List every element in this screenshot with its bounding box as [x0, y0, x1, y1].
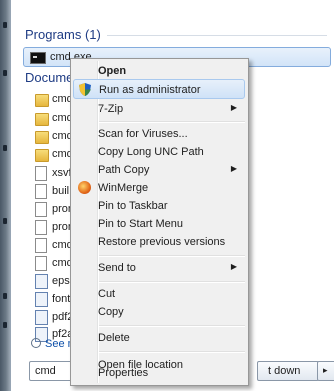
submenu-arrow-icon: ▶	[230, 262, 237, 271]
frame-marker	[3, 293, 7, 299]
document-icon	[35, 184, 47, 199]
folder-icon	[35, 149, 49, 162]
menu-separator	[99, 255, 245, 257]
menu-item-run-as-administrator[interactable]: Run as administrator	[73, 79, 245, 99]
frame-marker	[3, 322, 7, 328]
folder-icon	[35, 131, 49, 144]
menu-item-open-file-location[interactable]: Open file location	[73, 343, 245, 371]
menu-item-pin-to-start-menu[interactable]: Pin to Start Menu	[73, 214, 245, 234]
shutdown-button[interactable]: t down	[257, 361, 319, 381]
winmerge-icon	[78, 181, 91, 194]
menu-item-restore-previous-versions[interactable]: Restore previous versions	[73, 232, 245, 252]
menu-item-scan-for-viruses[interactable]: Scan for Viruses...	[73, 124, 245, 144]
menu-item-7zip[interactable]: 7-Zip ▶	[73, 99, 245, 119]
chevron-right-icon: ▸	[323, 365, 328, 375]
frame-marker	[3, 145, 7, 151]
document-icon	[35, 256, 47, 271]
document-icon	[35, 166, 47, 181]
document-icon	[35, 202, 47, 217]
script-icon	[35, 292, 48, 307]
menu-item-copy-long-unc-path[interactable]: Copy Long UNC Path	[73, 142, 245, 162]
console-icon	[30, 52, 46, 64]
document-icon	[35, 238, 47, 253]
uac-shield-icon	[79, 83, 91, 96]
document-icon	[35, 220, 47, 235]
search-icon	[31, 338, 41, 348]
submenu-arrow-icon: ▶	[230, 164, 237, 173]
menu-item-open[interactable]: Open	[73, 61, 245, 81]
script-icon	[35, 310, 48, 325]
folder-icon	[35, 94, 49, 107]
menu-separator	[99, 121, 245, 123]
window-frame-edge	[0, 0, 10, 391]
menu-item-winmerge[interactable]: WinMerge	[73, 178, 245, 198]
menu-item-pin-to-taskbar[interactable]: Pin to Taskbar	[73, 196, 245, 216]
menu-separator	[99, 325, 245, 327]
menu-item-path-copy[interactable]: Path Copy ▶	[73, 160, 245, 180]
menu-separator	[99, 281, 245, 283]
shutdown-options-button[interactable]: ▸	[317, 361, 334, 381]
submenu-arrow-icon: ▶	[230, 103, 237, 112]
section-divider	[107, 35, 327, 36]
context-menu: Open Run as administrator 7-Zip ▶ Scan fo…	[70, 58, 249, 386]
frame-marker	[3, 22, 7, 28]
script-icon	[35, 274, 48, 289]
menu-item-copy[interactable]: Copy	[73, 302, 245, 322]
menu-item-send-to[interactable]: Send to ▶	[73, 258, 245, 278]
menu-item-cut[interactable]: Cut	[73, 284, 245, 304]
documents-header: Docume	[25, 70, 74, 85]
programs-header: Programs (1)	[25, 27, 101, 42]
frame-marker	[3, 218, 7, 224]
folder-icon	[35, 113, 49, 126]
frame-marker	[3, 70, 7, 76]
menu-item-properties[interactable]: Properties	[73, 365, 245, 385]
